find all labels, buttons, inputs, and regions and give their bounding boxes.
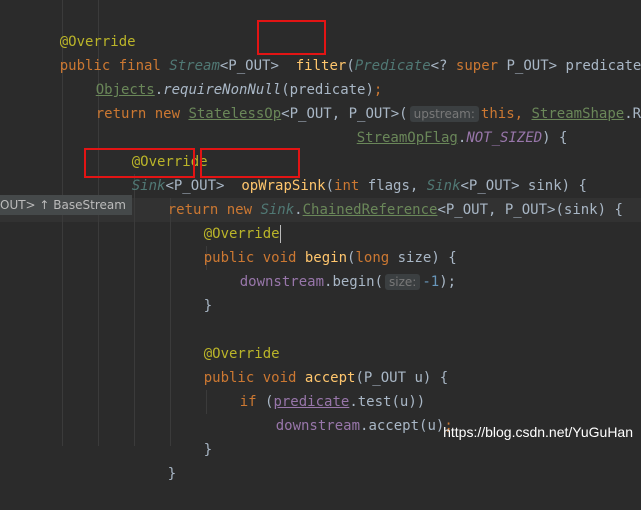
code-line[interactable]: if (predicate.test(u)): [206, 366, 425, 390]
generic: <P_OUT, P_OUT>(sink) {: [437, 202, 622, 218]
dot: .R: [624, 106, 641, 122]
field-ref[interactable]: downstream: [240, 274, 324, 290]
params: P_OUT> predicate): [507, 58, 641, 74]
brace: }: [204, 442, 212, 458]
highlight-box-opwrapsink: [200, 148, 300, 178]
number-literal: -1: [422, 274, 439, 290]
brace: }: [168, 466, 176, 482]
code-line[interactable]: }: [134, 438, 176, 462]
keyword: return new: [96, 106, 189, 122]
code-line[interactable]: @Override: [170, 318, 280, 342]
field-ref[interactable]: downstream: [276, 418, 360, 434]
class-ref[interactable]: ChainedReference: [303, 202, 438, 218]
code-line[interactable]: @Override: [26, 6, 136, 30]
static-field[interactable]: NOT_SIZED: [466, 130, 542, 146]
code-line[interactable]: return new StatelessOp<P_OUT, P_OUT>(ups…: [62, 78, 641, 102]
code-line[interactable]: downstream.begin(size:-1);: [206, 246, 456, 270]
method-call: .begin(: [324, 274, 383, 290]
code-line[interactable]: Objects.requireNonNull(predicate);: [62, 54, 382, 78]
highlight-box-filter: [257, 20, 326, 55]
code-line[interactable]: public void begin(long size) {: [170, 222, 457, 246]
brace: }: [204, 298, 212, 314]
code-line[interactable]: public void accept(P_OUT u) {: [170, 342, 448, 366]
method-call: .accept(u): [360, 418, 444, 434]
generic: <?: [431, 58, 456, 74]
dot: .: [294, 202, 302, 218]
highlight-box-sink-type: [84, 148, 195, 178]
param-hint-size: size:: [385, 274, 420, 290]
code-editor[interactable]: @Override public final Stream<P_OUT> fil…: [0, 0, 641, 446]
code-line[interactable]: @Override: [98, 126, 208, 150]
keyword: super: [456, 58, 507, 74]
class-ref[interactable]: StreamOpFlag: [357, 130, 458, 146]
code-line[interactable]: }: [170, 414, 212, 438]
code-line[interactable]: public final Stream<P_OUT> filter(Predic…: [26, 30, 641, 54]
code-line[interactable]: StreamOpFlag.NOT_SIZED) {: [323, 102, 567, 126]
breadcrumb-tooltip[interactable]: OUT> ↑ BaseStream: [0, 195, 132, 215]
code-line[interactable]: downstream.accept(u);: [242, 390, 453, 414]
watermark-text: https://blog.csdn.net/YuGuHan: [443, 424, 633, 440]
brace: ) {: [542, 130, 567, 146]
paren: );: [439, 274, 456, 290]
code-line-current[interactable]: @Override: [170, 198, 281, 222]
class-ref[interactable]: StatelessOp: [188, 106, 281, 122]
code-line[interactable]: }: [170, 270, 212, 294]
